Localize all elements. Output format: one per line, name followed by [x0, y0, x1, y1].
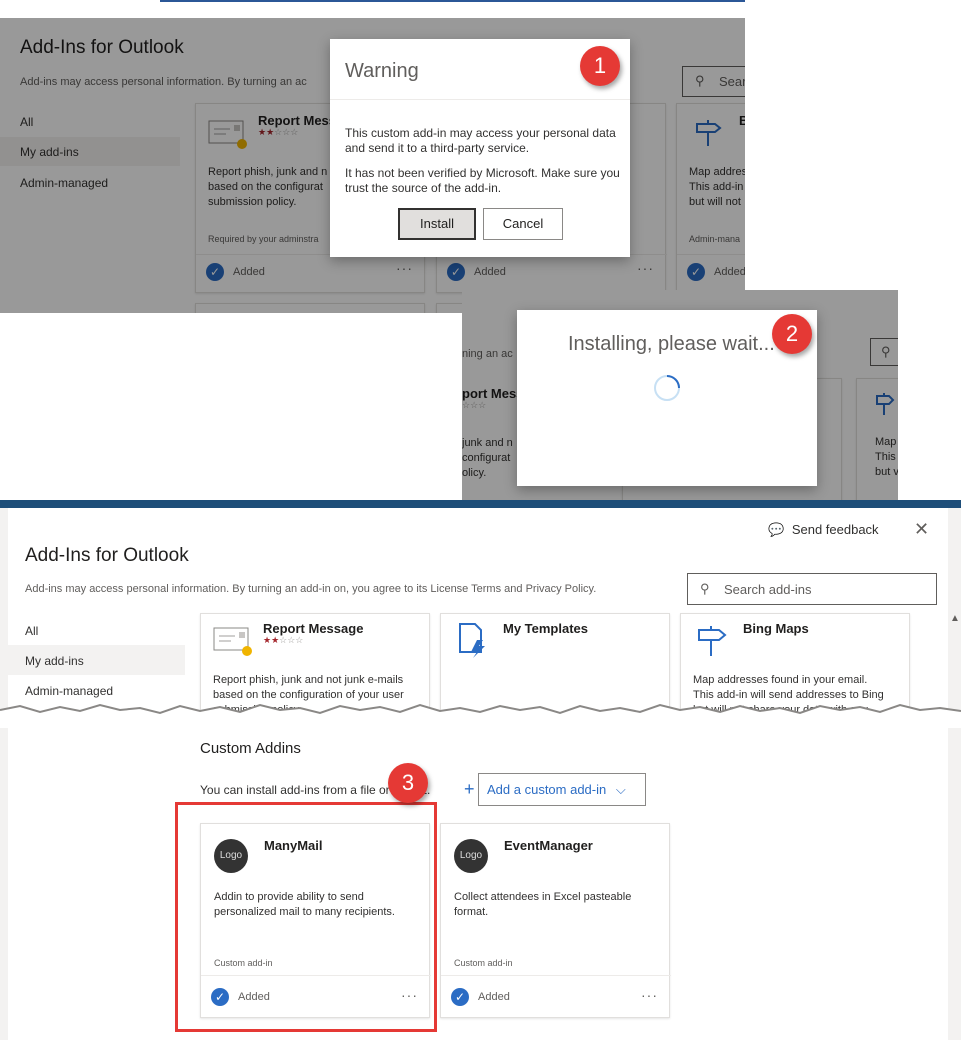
added-check-icon: ✓: [687, 263, 705, 281]
nav-all[interactable]: All: [20, 115, 33, 129]
top-bar: [160, 0, 745, 2]
installing-screenshot: ning an ac port Mess ☆☆☆ junk and n conf…: [462, 290, 898, 500]
signpost-icon: [876, 393, 895, 415]
installing-text: Installing, please wait...: [568, 333, 775, 355]
addin-logo: Logo: [454, 839, 488, 873]
rating-stars: ★★☆☆☆: [263, 635, 304, 645]
nav-admin-managed[interactable]: Admin-managed: [25, 684, 113, 698]
templates-icon: [459, 623, 485, 658]
dialog-text-1: This custom add-in may access your perso…: [345, 126, 616, 155]
search-icon: ⚲: [695, 73, 705, 88]
nav-my-addins[interactable]: My add-ins: [8, 645, 185, 675]
plus-icon: +: [464, 779, 475, 799]
page-subtitle: Add-ins may access personal information.…: [20, 76, 307, 88]
scroll-up-icon[interactable]: ▲: [950, 613, 960, 624]
step-badge-3: 3: [388, 763, 428, 803]
add-custom-addin-button[interactable]: + Add a custom add-in ⌵: [464, 773, 646, 806]
warning-screenshot: Add-Ins for Outlook Add-ins may access p…: [0, 0, 745, 313]
rating-stars: ★★☆☆☆: [258, 127, 299, 137]
nav-all[interactable]: All: [25, 624, 38, 638]
signpost-icon: [698, 626, 727, 656]
close-icon[interactable]: ✕: [914, 519, 929, 540]
more-options-icon[interactable]: ···: [641, 987, 658, 1003]
page-title: Add-Ins for Outlook: [25, 545, 189, 566]
page-subtitle: Add-ins may access personal information.…: [25, 583, 597, 595]
cancel-button[interactable]: Cancel: [483, 208, 563, 240]
more-options-icon[interactable]: ···: [637, 260, 654, 276]
search-input[interactable]: ⚲ Search add-ins: [687, 573, 937, 605]
envelope-warning-icon: [213, 627, 252, 656]
nav-admin-managed[interactable]: Admin-managed: [20, 176, 108, 190]
search-input[interactable]: ⚲: [870, 338, 898, 366]
highlight-box: [175, 802, 437, 1032]
signpost-icon: [696, 120, 722, 146]
dialog-title: Warning: [345, 60, 419, 82]
install-button[interactable]: Install: [398, 208, 476, 240]
added-check-icon: ✓: [206, 263, 224, 281]
page-title: Add-Ins for Outlook: [20, 37, 184, 58]
step-badge-1: 1: [580, 46, 620, 86]
added-check-icon: ✓: [451, 988, 469, 1006]
spinner-icon: [654, 375, 680, 401]
search-input[interactable]: ⚲ Sear: [682, 66, 745, 97]
addin-card-bing-maps[interactable]: B Map addres This add-in but will not Ad…: [676, 103, 745, 293]
search-icon: ⚲: [700, 581, 710, 596]
top-bar: [0, 500, 961, 508]
feedback-icon: 💬: [768, 522, 785, 537]
custom-addins-heading: Custom Addins: [200, 740, 301, 757]
envelope-warning-icon: [208, 120, 247, 149]
send-feedback-link[interactable]: 💬 Send feedback: [768, 522, 879, 538]
torn-edge: [0, 703, 961, 728]
added-check-icon: ✓: [447, 263, 465, 281]
more-options-icon[interactable]: ···: [396, 260, 413, 276]
nav-my-addins[interactable]: My add-ins: [0, 137, 180, 166]
search-icon: ⚲: [881, 344, 891, 359]
addin-card-eventmanager[interactable]: Logo EventManager Collect attendees in E…: [440, 823, 671, 1018]
custom-addins-screenshot: 💬 Send feedback ✕ Add-Ins for Outlook Ad…: [0, 500, 961, 1040]
step-badge-2: 2: [772, 314, 812, 354]
chevron-down-icon: ⌵: [615, 782, 626, 797]
dialog-text-2: It has not been verified by Microsoft. M…: [345, 166, 620, 195]
